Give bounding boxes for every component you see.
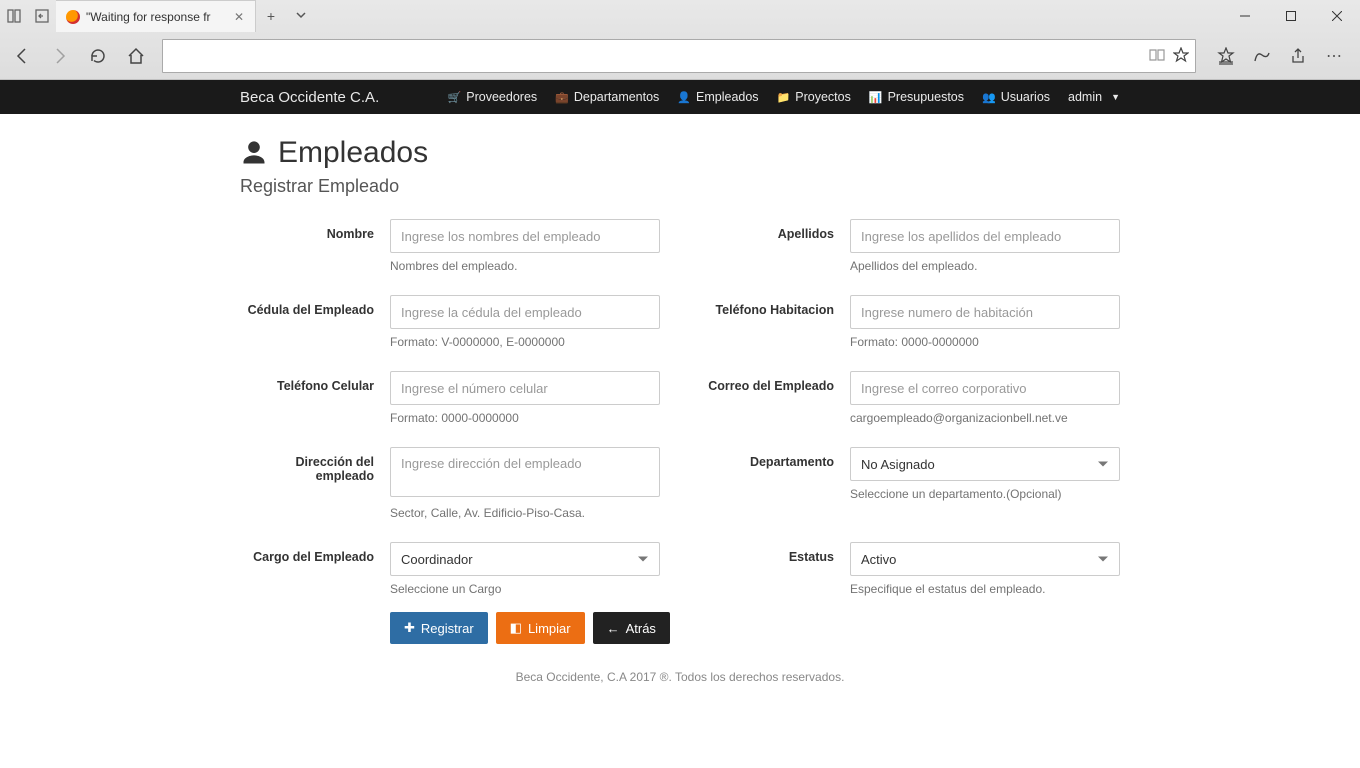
label-tel-hab: Teléfono Habitacion xyxy=(700,295,850,349)
new-tab-button[interactable]: + xyxy=(256,8,286,24)
minimize-button[interactable] xyxy=(1222,0,1268,32)
nav-usuarios[interactable]: 👥Usuarios xyxy=(982,90,1050,104)
label-estatus: Estatus xyxy=(700,542,850,596)
nav-presupuestos[interactable]: 📊Presupuestos xyxy=(869,90,964,104)
nav-proyectos[interactable]: 📁Proyectos xyxy=(777,90,851,104)
browser-chrome: "Waiting for response fr ✕ + ⋯ xyxy=(0,0,1360,80)
forward-button[interactable] xyxy=(48,44,72,68)
reading-view-icon[interactable] xyxy=(1149,47,1165,66)
arrow-left-icon: ← xyxy=(607,621,620,636)
cart-icon: 🛒 xyxy=(448,91,462,104)
folder-icon: 📁 xyxy=(777,91,791,104)
person-icon: 👤 xyxy=(677,91,691,104)
eraser-icon: ◧ xyxy=(510,620,522,636)
help-cargo: Seleccione un Cargo xyxy=(390,582,660,596)
help-nombre: Nombres del empleado. xyxy=(390,259,660,273)
select-departamento[interactable]: No Asignado xyxy=(850,447,1120,481)
help-cedula: Formato: V-0000000, E-0000000 xyxy=(390,335,660,349)
input-cedula[interactable] xyxy=(390,295,660,329)
app-navbar: Beca Occidente C.A. 🛒Proveedores 💼Depart… xyxy=(0,80,1360,114)
label-cedula: Cédula del Empleado xyxy=(240,295,390,349)
label-cargo: Cargo del Empleado xyxy=(240,542,390,596)
share-icon[interactable] xyxy=(1286,44,1310,68)
input-apellidos[interactable] xyxy=(850,219,1120,253)
close-window-button[interactable] xyxy=(1314,0,1360,32)
favorite-icon[interactable] xyxy=(1173,47,1189,66)
help-apellidos: Apellidos del empleado. xyxy=(850,259,1120,273)
input-correo[interactable] xyxy=(850,371,1120,405)
caret-down-icon: ▼ xyxy=(1111,92,1120,102)
briefcase-icon: 💼 xyxy=(555,91,569,104)
back-button[interactable] xyxy=(10,44,34,68)
home-button[interactable] xyxy=(124,44,148,68)
limpiar-button[interactable]: ◧ Limpiar xyxy=(496,612,585,644)
registrar-button[interactable]: ✚ Registrar xyxy=(390,612,488,644)
help-correo: cargoempleado@organizacionbell.net.ve xyxy=(850,411,1120,425)
refresh-button[interactable] xyxy=(86,44,110,68)
atras-button[interactable]: ← Atrás xyxy=(593,612,670,644)
help-tel-hab: Formato: 0000-0000000 xyxy=(850,335,1120,349)
input-nombre[interactable] xyxy=(390,219,660,253)
tabs-dropdown-icon[interactable] xyxy=(286,8,316,24)
label-direccion: Dirección del empleado xyxy=(240,447,390,520)
select-estatus[interactable]: Activo xyxy=(850,542,1120,576)
input-direccion[interactable] xyxy=(390,447,660,497)
set-aside-icon[interactable] xyxy=(28,0,56,32)
tab-bar: "Waiting for response fr ✕ + xyxy=(0,0,1360,32)
users-icon: 👥 xyxy=(982,91,996,104)
chart-icon: 📊 xyxy=(869,91,883,104)
page-title: Empleados xyxy=(240,136,1120,170)
form-actions: ✚ Registrar ◧ Limpiar ← Atrás xyxy=(390,612,1120,644)
label-tel-cel: Teléfono Celular xyxy=(240,371,390,425)
nav-proveedores[interactable]: 🛒Proveedores xyxy=(448,90,538,104)
nav-empleados[interactable]: 👤Empleados xyxy=(677,90,758,104)
favorites-hub-icon[interactable] xyxy=(1214,44,1238,68)
brand[interactable]: Beca Occidente C.A. xyxy=(240,89,379,106)
tab-title: "Waiting for response fr xyxy=(86,10,211,24)
label-nombre: Nombre xyxy=(240,219,390,273)
maximize-button[interactable] xyxy=(1268,0,1314,32)
help-tel-cel: Formato: 0000-0000000 xyxy=(390,411,660,425)
help-estatus: Especifique el estatus del empleado. xyxy=(850,582,1120,596)
input-tel-cel[interactable] xyxy=(390,371,660,405)
sidebar-toggle-icon[interactable] xyxy=(0,0,28,32)
help-direccion: Sector, Calle, Av. Edificio-Piso-Casa. xyxy=(390,506,660,520)
label-correo: Correo del Empleado xyxy=(700,371,850,425)
label-departamento: Departamento xyxy=(700,447,850,520)
help-departamento: Seleccione un departamento.(Opcional) xyxy=(850,487,1120,501)
page-subtitle: Registrar Empleado xyxy=(240,176,1120,197)
footer-text: Beca Occidente, C.A 2017 ®. Todos los de… xyxy=(240,670,1120,684)
browser-tab[interactable]: "Waiting for response fr ✕ xyxy=(56,0,256,32)
close-icon[interactable]: ✕ xyxy=(231,10,247,24)
address-bar[interactable] xyxy=(162,39,1196,73)
plus-icon: ✚ xyxy=(404,620,415,636)
employees-icon xyxy=(240,139,268,167)
tab-favicon-icon xyxy=(66,10,80,24)
url-input[interactable] xyxy=(169,48,1149,64)
main-container: Empleados Registrar Empleado Nombre Nomb… xyxy=(240,114,1120,714)
address-row: ⋯ xyxy=(0,32,1360,80)
nav-departamentos[interactable]: 💼Departamentos xyxy=(555,90,659,104)
more-icon[interactable]: ⋯ xyxy=(1322,44,1346,68)
nav-admin-dropdown[interactable]: admin▼ xyxy=(1068,90,1120,104)
input-tel-hab[interactable] xyxy=(850,295,1120,329)
label-apellidos: Apellidos xyxy=(700,219,850,273)
select-cargo[interactable]: Coordinador xyxy=(390,542,660,576)
notes-icon[interactable] xyxy=(1250,44,1274,68)
